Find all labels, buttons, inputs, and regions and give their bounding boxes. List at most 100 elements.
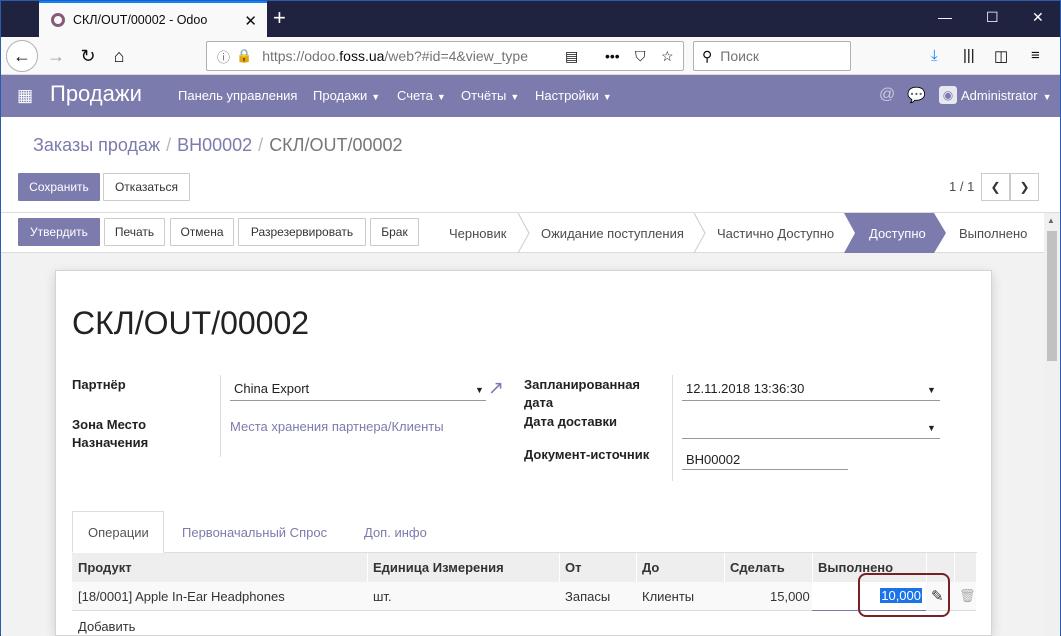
breadcrumb-sale-orders[interactable]: Заказы продаж xyxy=(33,135,160,155)
nav-bar: ← → ↻ ⌂ ⓘ 🔒 https://odoo.foss.ua/web?#id… xyxy=(1,37,1060,75)
destination-label: Зона Место Назначения xyxy=(72,417,149,450)
menu-dashboard[interactable]: Панель управления xyxy=(178,88,297,103)
tab-bar: СКЛ/OUT/00002 - Odoo ✕ + — ☐ ✕ xyxy=(1,1,1060,37)
info-icon[interactable]: ⓘ xyxy=(217,47,230,66)
apps-grid-icon[interactable]: ▦ xyxy=(17,86,33,106)
delivery-underline xyxy=(682,438,940,439)
row-product-link[interactable]: [18/0001] Apple In-Ear Headphones xyxy=(78,589,285,604)
vertical-scrollbar[interactable]: ▲ xyxy=(1044,213,1060,636)
close-tab-icon[interactable]: ✕ xyxy=(244,12,257,30)
scrap-button[interactable]: Брак xyxy=(370,218,419,246)
new-tab-icon[interactable]: + xyxy=(273,5,286,31)
scroll-up-icon: ▲ xyxy=(1047,216,1055,225)
tab-initial-demand[interactable]: Первоначальный Спрос xyxy=(167,511,342,553)
browser-window: СКЛ/OUT/00002 - Odoo ✕ + — ☐ ✕ ← → ↻ ⌂ ⓘ… xyxy=(0,0,1061,636)
form-sheet: СКЛ/OUT/00002 Партнёр China Export ▼ ↗ З… xyxy=(55,270,992,636)
menu-reports[interactable]: Отчёты ▼ xyxy=(461,88,519,103)
bookmark-star-icon[interactable]: ☆ xyxy=(661,48,674,65)
delivery-date-label: Дата доставки xyxy=(524,414,618,429)
column-to[interactable]: До xyxy=(642,560,659,575)
chevron-down-icon: ▼ xyxy=(510,92,520,102)
sidebar-icon[interactable]: ◫ xyxy=(994,47,1008,65)
scheduled-date-field[interactable]: 12.11.2018 13:36:30 xyxy=(686,381,804,396)
breadcrumb-order[interactable]: ВН00002 xyxy=(177,135,252,155)
breadcrumb: Заказы продаж / ВН00002/СКЛ/OUT/00002 xyxy=(33,135,403,155)
user-menu[interactable]: Administrator ▼ xyxy=(961,88,1052,103)
notebook-tabs: Операции Первоначальный Спрос Доп. инфо xyxy=(72,511,977,553)
column-from[interactable]: От xyxy=(565,560,581,575)
menu-settings[interactable]: Настройки ▼ xyxy=(535,88,612,103)
save-button[interactable]: Сохранить xyxy=(18,173,100,201)
tab-operations[interactable]: Операции xyxy=(72,511,164,553)
page-actions-icon[interactable]: ••• xyxy=(605,48,620,64)
validate-button[interactable]: Утвердить xyxy=(18,218,100,246)
source-document-label: Документ-источник xyxy=(524,447,650,462)
chevron-down-icon[interactable]: ▼ xyxy=(475,385,484,395)
back-icon[interactable]: ← xyxy=(6,40,38,72)
url-text: https://odoo.foss.ua/web?#id=4&view_type xyxy=(262,48,529,64)
control-panel: Заказы продаж / ВН00002/СКЛ/OUT/00002 Сохр… xyxy=(1,117,1060,213)
stage-available: Доступно xyxy=(869,225,926,241)
scheduled-date-label: Запланированная дата xyxy=(524,377,641,410)
divider xyxy=(220,375,221,457)
row-to: Клиенты xyxy=(642,589,695,604)
close-window-icon[interactable]: ✕ xyxy=(1032,9,1044,26)
breadcrumb-current: СКЛ/OUT/00002 xyxy=(269,135,403,155)
avatar[interactable]: ◉ xyxy=(939,86,957,104)
source-document-field[interactable]: ВН00002 xyxy=(686,452,740,467)
table-header: Продукт Единица Измерения От До Сделать … xyxy=(72,553,976,582)
stage-separator xyxy=(693,213,706,253)
library-icon[interactable]: ||| xyxy=(963,47,975,64)
stage-separator xyxy=(517,213,530,253)
row-uom-link[interactable]: шт. xyxy=(373,589,392,604)
discard-button[interactable]: Отказаться xyxy=(103,173,190,201)
forward-icon[interactable]: → xyxy=(41,41,71,71)
print-button[interactable]: Печать xyxy=(104,218,165,246)
stage-draft: Черновик xyxy=(449,225,507,241)
pager-next-icon[interactable]: ❯ xyxy=(1010,173,1039,201)
unreserve-button[interactable]: Разрезервировать xyxy=(238,218,366,246)
trash-icon[interactable]: 🗑 xyxy=(959,588,976,604)
menu-invoices[interactable]: Счета ▼ xyxy=(397,88,446,103)
record-title: СКЛ/OUT/00002 xyxy=(72,305,310,341)
pager-previous-icon[interactable]: ❮ xyxy=(981,173,1010,201)
minimize-icon[interactable]: — xyxy=(938,9,952,25)
partner-label: Партнёр xyxy=(72,377,126,392)
column-todo[interactable]: Сделать xyxy=(730,560,785,575)
partner-field[interactable]: China Export xyxy=(234,381,309,396)
menu-sales[interactable]: Продажи ▼ xyxy=(313,88,380,103)
cancel-button[interactable]: Отмена xyxy=(170,218,234,246)
table-row[interactable]: [18/0001] Apple In-Ear Headphones шт. За… xyxy=(72,582,976,611)
reload-icon[interactable]: ↻ xyxy=(73,41,103,71)
search-input[interactable]: ⚲ Поиск xyxy=(693,41,851,71)
home-icon[interactable]: ⌂ xyxy=(104,41,134,71)
pager-value[interactable]: 1 / 1 xyxy=(949,179,974,194)
tab-additional-info[interactable]: Доп. инфо xyxy=(349,511,442,553)
column-uom[interactable]: Единица Измерения xyxy=(373,560,504,575)
add-line-link[interactable]: Добавить xyxy=(78,619,135,634)
browser-tab[interactable]: СКЛ/OUT/00002 - Odoo ✕ xyxy=(39,1,267,37)
chevron-down-icon[interactable]: ▼ xyxy=(927,423,936,433)
highlight-ring xyxy=(858,573,950,617)
maximize-icon[interactable]: ☐ xyxy=(986,9,999,26)
chat-icon[interactable]: 💬 xyxy=(907,86,926,104)
activity-icon[interactable]: @ xyxy=(879,86,895,104)
chevron-down-icon[interactable]: ▼ xyxy=(927,385,936,395)
external-link-icon[interactable]: ↗ xyxy=(488,377,504,400)
reader-view-icon[interactable]: ▤ xyxy=(565,48,578,65)
chevron-down-icon: ▼ xyxy=(1042,92,1052,102)
download-icon[interactable]: ⤓ xyxy=(931,47,938,64)
app-name: Продажи xyxy=(50,81,142,106)
status-bar: Утвердить Печать Отмена Разрезервировать… xyxy=(1,213,1044,253)
column-product[interactable]: Продукт xyxy=(78,560,132,575)
tab-title: СКЛ/OUT/00002 - Odoo xyxy=(73,13,208,27)
search-icon: ⚲ xyxy=(702,47,713,64)
url-bar[interactable]: ⓘ 🔒 https://odoo.foss.ua/web?#id=4&view_… xyxy=(206,41,684,71)
menu-icon[interactable]: ≡ xyxy=(1031,47,1040,64)
scrollbar-thumb[interactable] xyxy=(1047,231,1057,361)
odoo-favicon-icon xyxy=(51,13,65,27)
divider xyxy=(672,375,673,481)
destination-link[interactable]: Места хранения партнера/Клиенты xyxy=(230,419,444,434)
stage-waiting: Ожидание поступления xyxy=(541,225,684,241)
pocket-icon[interactable]: ⛉ xyxy=(635,48,646,65)
